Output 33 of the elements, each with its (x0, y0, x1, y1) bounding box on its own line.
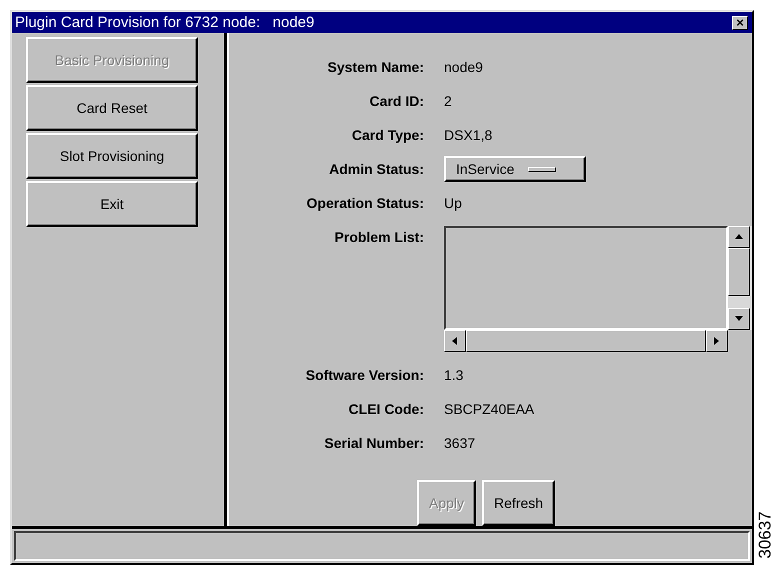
field-value: SBCPZ40EAA (444, 400, 534, 420)
field-value: 1.3 (444, 366, 464, 386)
scroll-up-button[interactable] (728, 226, 750, 248)
scrollbar-thumb[interactable] (728, 248, 750, 296)
field-label: Operation Status: (306, 194, 424, 214)
field-label: Serial Number: (323, 434, 424, 454)
close-button[interactable]: × (732, 16, 748, 30)
field-label: System Name: (326, 58, 424, 78)
field-value: Up (444, 194, 462, 214)
problem-list-box[interactable] (444, 226, 728, 330)
window-title: Plugin Card Provision for 6732 node: node9 (15, 14, 314, 32)
nav-button[interactable]: Card Reset (26, 85, 198, 132)
scroll-right-button[interactable] (706, 330, 728, 352)
figure-number: 30637 (756, 511, 776, 559)
field-label: Software Version: (304, 366, 424, 386)
nav-button[interactable]: Exit (26, 181, 198, 228)
field-value: DSX1,8 (444, 126, 492, 146)
field-label: Admin Status: (328, 160, 424, 180)
admin-status-dropdown[interactable]: InService (444, 156, 586, 182)
scrollbar-thumb[interactable] (466, 330, 706, 352)
nav-button[interactable]: Slot Provisioning (26, 133, 198, 180)
dropdown-indicator-icon (528, 166, 556, 172)
left-arrow-icon (450, 336, 460, 346)
field-label: Problem List: (334, 228, 424, 248)
field-label: Card ID: (368, 92, 424, 112)
field-value: node9 (444, 58, 483, 78)
refresh-button[interactable]: Refresh (482, 480, 556, 526)
field-value: 3637 (444, 434, 476, 454)
field-label: Card Type: (350, 126, 424, 146)
scroll-down-button[interactable] (728, 308, 750, 330)
field-label: CLEI Code: (348, 400, 424, 420)
scroll-left-button[interactable] (444, 330, 466, 352)
field-value: 2 (444, 92, 452, 112)
